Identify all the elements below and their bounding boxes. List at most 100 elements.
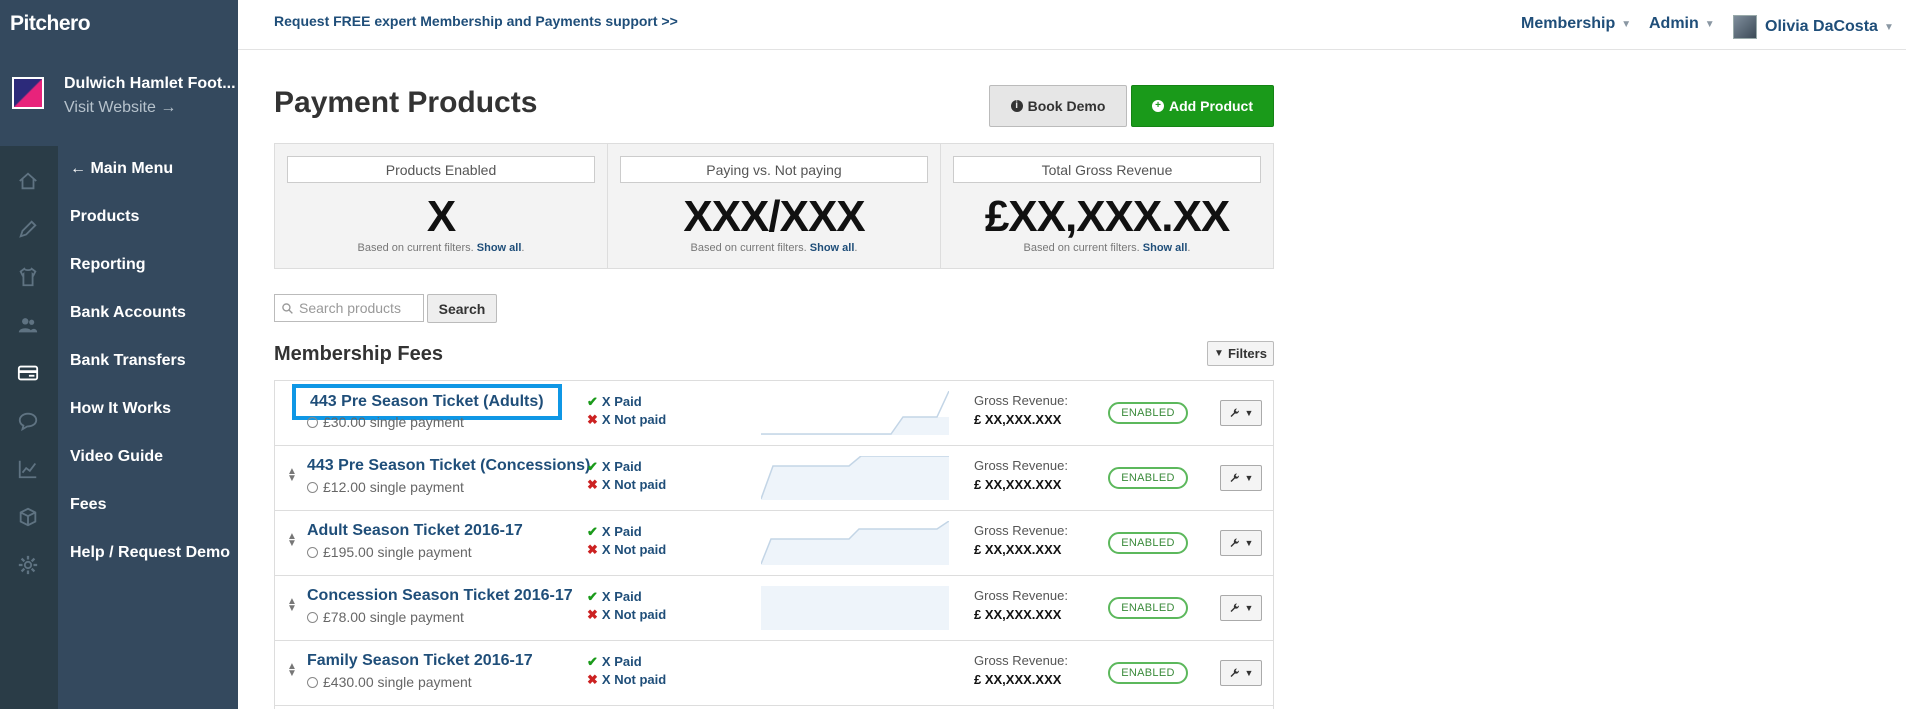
book-demo-button[interactable]: i Book Demo [989,85,1127,127]
cube-icon[interactable] [15,504,41,530]
status-badge[interactable]: ENABLED [1108,532,1188,554]
paid-count[interactable]: ✔ X Paid [587,654,642,670]
stat-label: Total Gross Revenue [953,156,1261,183]
avatar [1733,15,1757,39]
gross-revenue-label: Gross Revenue: [974,393,1068,408]
sidebar-nav: ← Main Menu Products Reporting Bank Acco… [58,146,238,709]
status-badge[interactable]: ENABLED [1108,662,1188,684]
stats-panel: Products Enabled X Based on current filt… [274,143,1274,269]
search-button[interactable]: Search [427,294,497,323]
filter-icon: ▼ [1214,348,1224,359]
gross-revenue-label: Gross Revenue: [974,458,1068,473]
not-paid-count[interactable]: ✖ X Not paid [587,542,666,558]
sidebar-item-video-guide[interactable]: Video Guide [70,448,163,466]
sidebar-item-reporting[interactable]: Reporting [70,256,146,274]
table-row[interactable]: ▲ ▼ 443 Pre Season Ticket (Concessions) £… [275,446,1273,511]
sidebar-item-how-it-works[interactable]: How It Works [70,400,171,418]
product-price: £195.00 single payment [307,544,472,560]
product-name-link[interactable]: Adult Season Ticket 2016-17 [307,522,523,540]
not-paid-count[interactable]: ✖ X Not paid [587,477,666,493]
sparkline-chart [761,521,949,565]
products-table: 443 Pre Season Ticket (Adults) £30.00 si… [274,380,1274,709]
product-name-link[interactable]: Concession Season Ticket 2016-17 [307,587,573,605]
filters-button[interactable]: ▼ Filters [1207,341,1274,366]
clock-icon [307,677,318,688]
table-row[interactable]: ▲ ▼ Concession Season Ticket 2016-17 £78.… [275,576,1273,641]
table-row[interactable]: 443 Pre Season Ticket (Adults) £30.00 si… [275,381,1273,446]
people-icon[interactable] [15,312,41,338]
paid-count[interactable]: ✔ X Paid [587,459,642,475]
drag-handle-icon[interactable]: ▲ ▼ [287,597,297,614]
status-badge[interactable]: ENABLED [1108,402,1188,424]
sparkline-chart [761,391,949,435]
gear-icon[interactable] [15,552,41,578]
card-icon[interactable] [15,360,41,386]
drag-handle-icon[interactable]: ▲ ▼ [287,662,297,679]
pencil-icon[interactable] [15,216,41,242]
drag-handle-icon[interactable]: ▲ ▼ [287,467,297,484]
check-icon: ✔ [587,524,598,539]
gross-revenue-value: £ XX,XXX.XXX [974,412,1062,427]
product-price: £30.00 single payment [307,414,464,430]
search-input[interactable] [299,300,419,316]
chat-icon[interactable] [15,408,41,434]
home-icon[interactable] [15,168,41,194]
not-paid-count[interactable]: ✖ X Not paid [587,412,666,428]
visit-website-link[interactable]: Visit Website → [64,99,176,117]
club-name[interactable]: Dulwich Hamlet Foot... [64,75,236,93]
sidebar-item-products[interactable]: Products [70,208,139,226]
wrench-icon [1230,408,1239,417]
not-paid-count[interactable]: ✖ X Not paid [587,607,666,623]
gross-revenue-label: Gross Revenue: [974,588,1068,603]
add-product-button[interactable]: + Add Product [1131,85,1274,127]
paid-count[interactable]: ✔ X Paid [587,589,642,605]
table-row[interactable]: ▲ ▼ Family Season Ticket 2016-17 £430.00 … [275,641,1273,706]
cross-icon: ✖ [587,477,598,492]
clock-icon [307,612,318,623]
row-actions-dropdown[interactable]: ▼ [1220,530,1262,556]
stat-paying-vs-not: Paying vs. Not paying XXX/XXX Based on c… [608,144,941,268]
cross-icon: ✖ [587,542,598,557]
row-actions-dropdown[interactable]: ▼ [1220,595,1262,621]
pitchero-logo[interactable]: Pitchero [10,12,91,36]
shirt-icon[interactable] [15,264,41,290]
not-paid-count[interactable]: ✖ X Not paid [587,672,666,688]
clock-icon [307,547,318,558]
support-promo-link[interactable]: Request FREE expert Membership and Payme… [274,13,678,29]
admin-menu[interactable]: Admin ▼ [1649,15,1715,33]
show-all-link[interactable]: Show all [810,242,855,254]
chart-icon[interactable] [15,456,41,482]
show-all-link[interactable]: Show all [1143,242,1188,254]
user-menu[interactable]: Olivia DaCosta ▼ [1733,15,1894,39]
sidebar-item-help[interactable]: Help / Request Demo [70,544,230,562]
membership-menu[interactable]: Membership ▼ [1521,15,1631,33]
check-icon: ✔ [587,654,598,669]
search-box [274,294,424,322]
sidebar-item-fees[interactable]: Fees [70,496,106,514]
clock-icon [307,417,318,428]
stat-total-gross-revenue: Total Gross Revenue £XX,XXX.XX Based on … [941,144,1273,268]
top-bar: Request FREE expert Membership and Payme… [238,0,1906,50]
club-badge-icon[interactable] [12,77,44,109]
status-badge[interactable]: ENABLED [1108,597,1188,619]
gross-revenue-value: £ XX,XXX.XXX [974,607,1062,622]
row-actions-dropdown[interactable]: ▼ [1220,400,1262,426]
sidebar-item-bank-transfers[interactable]: Bank Transfers [70,352,186,370]
sidebar-item-bank-accounts[interactable]: Bank Accounts [70,304,186,322]
show-all-link[interactable]: Show all [477,242,522,254]
drag-handle-icon[interactable]: ▲ ▼ [287,532,297,549]
row-actions-dropdown[interactable]: ▼ [1220,660,1262,686]
paid-count[interactable]: ✔ X Paid [587,524,642,540]
table-row[interactable]: ▲ ▼ Adult Season Ticket 2016-17 £195.00 s… [275,511,1273,576]
product-name-link[interactable]: 443 Pre Season Ticket (Concessions) [307,457,590,475]
paid-count[interactable]: ✔ X Paid [587,394,642,410]
caret-down-icon: ▼ [1621,18,1632,30]
row-actions-dropdown[interactable]: ▼ [1220,465,1262,491]
main-menu-link[interactable]: ← Main Menu [70,160,173,178]
status-badge[interactable]: ENABLED [1108,467,1188,489]
product-name-link[interactable]: Family Season Ticket 2016-17 [307,652,533,670]
info-icon: i [1010,100,1023,112]
caret-down-icon: ▼ [1883,21,1894,33]
sparkline-chart [761,456,949,500]
caret-down-icon: ▼ [1704,18,1715,30]
